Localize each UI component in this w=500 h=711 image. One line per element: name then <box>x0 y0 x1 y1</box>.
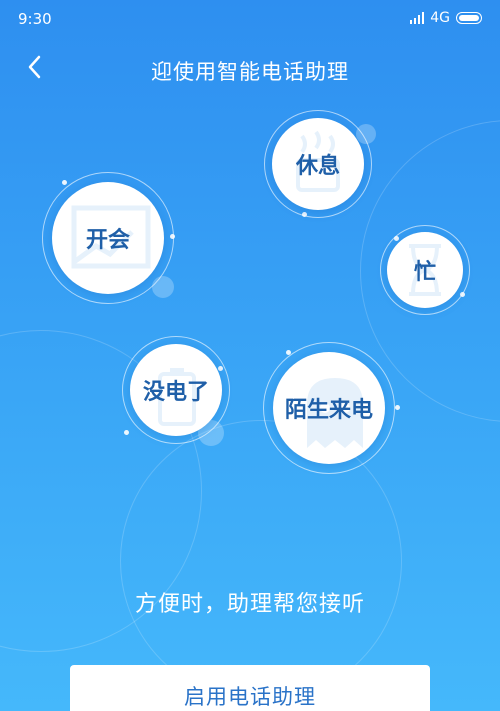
decor-dot <box>395 405 400 410</box>
scene-bubble-unknown-caller[interactable]: 陌生来电 <box>263 342 395 474</box>
decor-dot <box>62 180 67 185</box>
status-bar: 9:30 4G <box>0 0 500 40</box>
scene-label: 开会 <box>85 228 130 253</box>
tagline: 方便时，助理帮您接听 <box>134 592 365 617</box>
scene-label: 陌生来电 <box>284 398 373 423</box>
scene-bubble-meeting[interactable]: 开会 <box>42 172 174 304</box>
status-time: 9:30 <box>18 10 52 28</box>
decor-blob <box>152 276 174 298</box>
header: 迎使用智能电话助理 <box>0 50 500 90</box>
decor-dot <box>124 430 129 435</box>
scene-bubble-rest[interactable]: 休息 <box>264 110 372 218</box>
scene-bubble-low-battery[interactable]: 没电了 <box>122 336 230 444</box>
decor-dot <box>394 236 399 241</box>
decor-dot <box>302 212 307 217</box>
decor-dot <box>460 292 465 297</box>
background-circle <box>120 420 402 702</box>
battery-icon <box>456 12 482 24</box>
decor-dot <box>170 234 175 239</box>
decor-dot <box>286 350 291 355</box>
scene-bubble-busy[interactable]: 忙 <box>380 225 470 315</box>
page-title: 迎使用智能电话助理 <box>151 60 349 84</box>
enable-assistant-button[interactable]: 启用电话助理 <box>70 665 430 711</box>
decor-dot <box>218 366 223 371</box>
signal-icon <box>410 12 425 24</box>
status-indicators: 4G <box>410 10 482 26</box>
assistant-intro-screen: 9:30 4G 迎使用智能电话助理 开会 休息 忙 没电了 陌生来电 方便时，助… <box>0 0 500 711</box>
scene-label: 没电了 <box>142 380 209 405</box>
decor-blob <box>356 124 376 144</box>
scene-label: 休息 <box>295 154 340 179</box>
scene-label: 忙 <box>413 260 436 285</box>
network-type: 4G <box>430 10 450 26</box>
